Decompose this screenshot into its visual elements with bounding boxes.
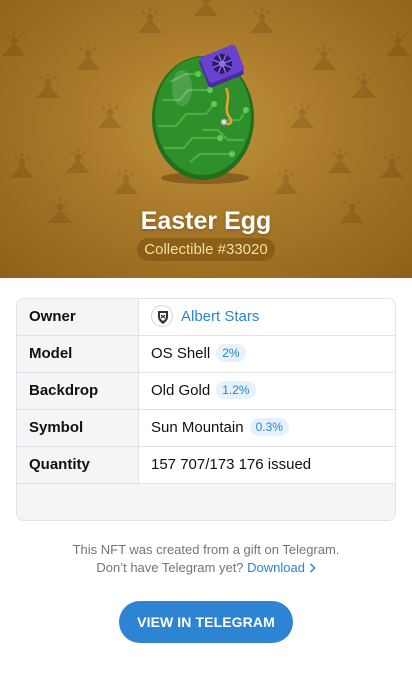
gift-note-line1: This NFT was created from a gift on Tele… xyxy=(72,542,340,557)
table-row-model: Model OS Shell 2% xyxy=(17,336,395,373)
backdrop-label: Backdrop xyxy=(17,373,139,409)
shield-crest-icon xyxy=(151,305,173,327)
table-row-backdrop: Backdrop Old Gold 1.2% xyxy=(17,373,395,410)
view-in-telegram-button[interactable]: VIEW IN TELEGRAM xyxy=(119,601,293,643)
gift-note: This NFT was created from a gift on Tele… xyxy=(0,541,412,577)
backdrop-rarity-badge: 1.2% xyxy=(216,381,256,399)
chevron-right-icon xyxy=(309,563,316,573)
table-row-owner: Owner Albert Stars xyxy=(17,299,395,336)
table-row-quantity: Quantity 157 707/173 176 issued xyxy=(17,447,395,484)
easter-egg-image xyxy=(152,44,254,184)
download-link[interactable]: Download xyxy=(247,560,316,575)
model-name: OS Shell xyxy=(151,345,211,362)
owner-label: Owner xyxy=(17,299,139,335)
table-row-symbol: Symbol Sun Mountain 0.3% xyxy=(17,410,395,447)
attributes-table: Owner Albert Stars Model OS Shell 2% Back… xyxy=(16,298,396,521)
model-rarity-badge: 2% xyxy=(216,344,246,362)
model-label: Model xyxy=(17,336,139,372)
model-value: OS Shell 2% xyxy=(151,336,246,372)
gift-note-line2: Don’t have Telegram yet? Download xyxy=(0,559,412,577)
download-link-label[interactable]: Download xyxy=(247,560,305,575)
no-telegram-text: Don’t have Telegram yet? xyxy=(96,560,244,575)
symbol-name: Sun Mountain xyxy=(151,419,244,436)
backdrop-name: Old Gold xyxy=(151,382,211,399)
nft-hero: Easter Egg Collectible #33020 xyxy=(0,0,412,278)
symbol-rarity-badge: 0.3% xyxy=(249,418,289,436)
quantity-value: 157 707/173 176 issued xyxy=(151,456,312,473)
nft-title: Easter Egg xyxy=(140,207,272,235)
symbol-label: Symbol xyxy=(17,410,139,446)
table-footer xyxy=(17,484,395,520)
symbol-value: Sun Mountain 0.3% xyxy=(151,410,289,446)
collectible-badge: Collectible #33020 xyxy=(137,238,275,261)
owner-value[interactable]: Albert Stars xyxy=(151,299,259,335)
quantity-label: Quantity xyxy=(17,447,139,483)
owner-link[interactable]: Albert Stars xyxy=(181,308,259,325)
backdrop-value: Old Gold 1.2% xyxy=(151,373,256,409)
